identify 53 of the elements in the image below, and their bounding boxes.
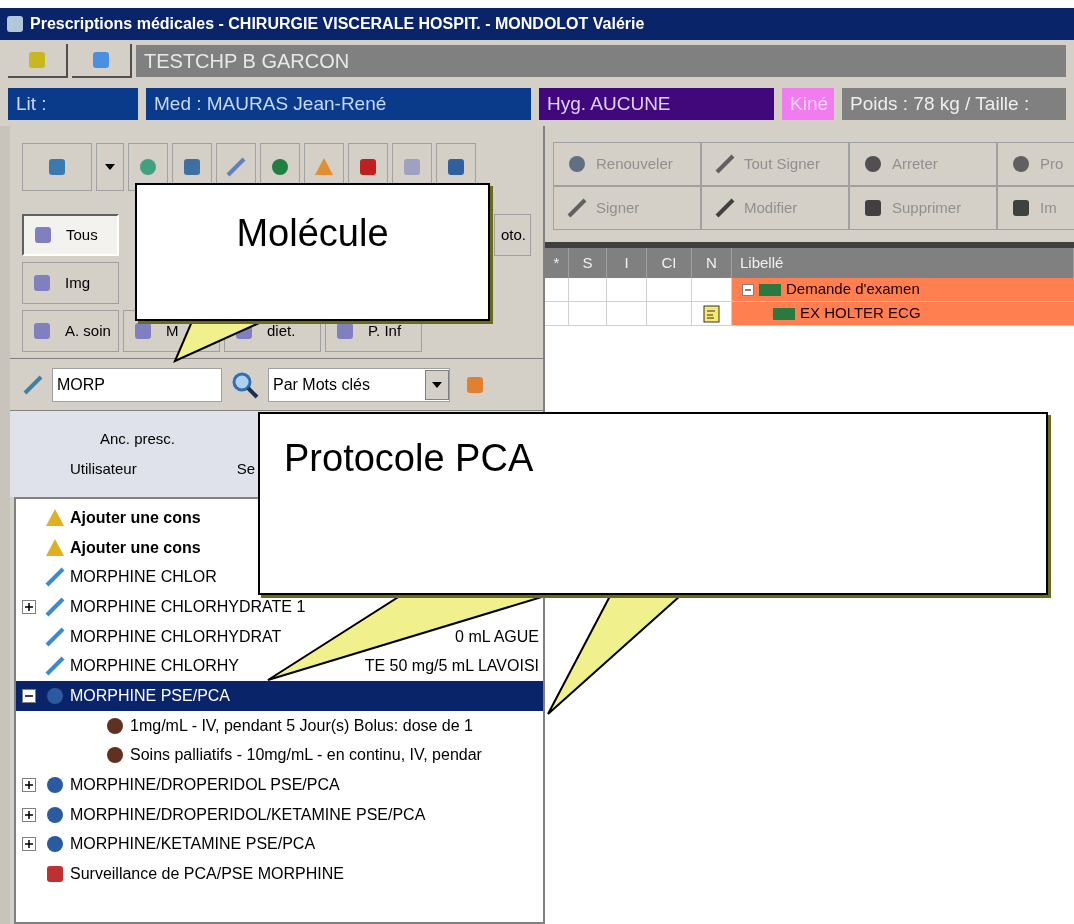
patient-name: TESTCHP B GARCON <box>136 45 1066 77</box>
filter-button[interactable]: Tous <box>22 214 119 256</box>
tool-icon <box>137 156 159 178</box>
tree-item[interactable]: 1mg/mL - IV, pendant 5 Jour(s) Bolus: dose de 1 <box>16 710 543 741</box>
plus-box-icon[interactable] <box>22 778 36 793</box>
tab[interactable]: Anc. presc. <box>92 427 184 450</box>
dropdown-button[interactable] <box>96 143 124 191</box>
callout-tooltip: Protocole PCA <box>258 412 1048 595</box>
tool-icon <box>269 156 291 178</box>
minus-box-icon[interactable] <box>22 688 36 703</box>
tree-item[interactable]: MORPHINE CHLORHYDRAT 0 mL AGUE <box>16 621 543 652</box>
tree-item[interactable]: Surveillance de PCA/PSE MORPHINE <box>16 859 543 889</box>
tab[interactable]: Utilisateur <box>62 458 145 481</box>
plus-box-icon[interactable] <box>22 807 36 822</box>
tree-item[interactable]: MORPHINE/DROPERIDOL/KETAMINE PSE/PCA <box>16 799 543 830</box>
note-icon <box>701 303 722 324</box>
row-label: Demande d'examen <box>786 279 920 300</box>
info-field: Hyg. AUCUNE <box>539 88 774 120</box>
filter-button[interactable]: oto. <box>494 214 531 256</box>
window-title: Prescriptions médicales - CHIRURGIE VISCERALE HOSPIT. - MONDOLOT Valérie <box>30 14 645 34</box>
caret-icon <box>432 381 442 388</box>
info-field: Lit : <box>8 88 138 120</box>
column-header[interactable]: N <box>692 248 732 278</box>
column-header[interactable]: * <box>545 248 569 278</box>
tool-icon <box>181 156 203 178</box>
tool-icon <box>313 156 335 178</box>
column-header[interactable]: S <box>569 248 607 278</box>
info-field: Kiné <box>782 88 834 120</box>
tool-icon <box>445 156 467 178</box>
search-mode-select[interactable]: Par Mots clés <box>268 367 450 402</box>
grid-row[interactable]: EX HOLTER ECG <box>732 302 1074 325</box>
tree-item[interactable]: MORPHINE/KETAMINE PSE/PCA <box>16 829 543 860</box>
mail-button[interactable] <box>72 44 132 78</box>
caret-icon <box>105 164 115 170</box>
tool-icon <box>401 156 423 178</box>
grid-row[interactable]: Demande d'examen <box>732 278 1074 301</box>
plus-box-icon[interactable] <box>22 599 36 614</box>
tree-item[interactable]: MORPHINE CHLORHYDRATE 1 <box>16 592 543 622</box>
row-label: EX HOLTER ECG <box>800 303 921 324</box>
tree-item[interactable]: MORPHINE/DROPERIDOL PSE/PCA <box>16 770 543 800</box>
filter-button[interactable]: A. soin <box>22 310 119 352</box>
info-field: Poids : 78 kg / Taille : <box>842 88 1066 120</box>
tool-icon <box>225 156 247 178</box>
info-field: Med : MAURAS Jean-René <box>146 88 531 120</box>
folder-button[interactable] <box>8 44 68 78</box>
filter-button[interactable]: Img <box>22 262 119 304</box>
tool-icon <box>357 156 379 178</box>
tree-item[interactable]: MORPHINE PSE/PCA <box>16 681 543 711</box>
tree-item[interactable]: Soins palliatifs - 10mg/mL - en continu, IV, pendar <box>16 740 543 771</box>
search-field[interactable]: MORP <box>52 367 222 402</box>
tree-item[interactable]: MORPHINE CHLORHY TE 50 mg/5 mL LAVOISI <box>16 651 543 682</box>
callout-tooltip: Molécule <box>135 183 490 321</box>
plus-box-icon[interactable] <box>22 837 36 852</box>
